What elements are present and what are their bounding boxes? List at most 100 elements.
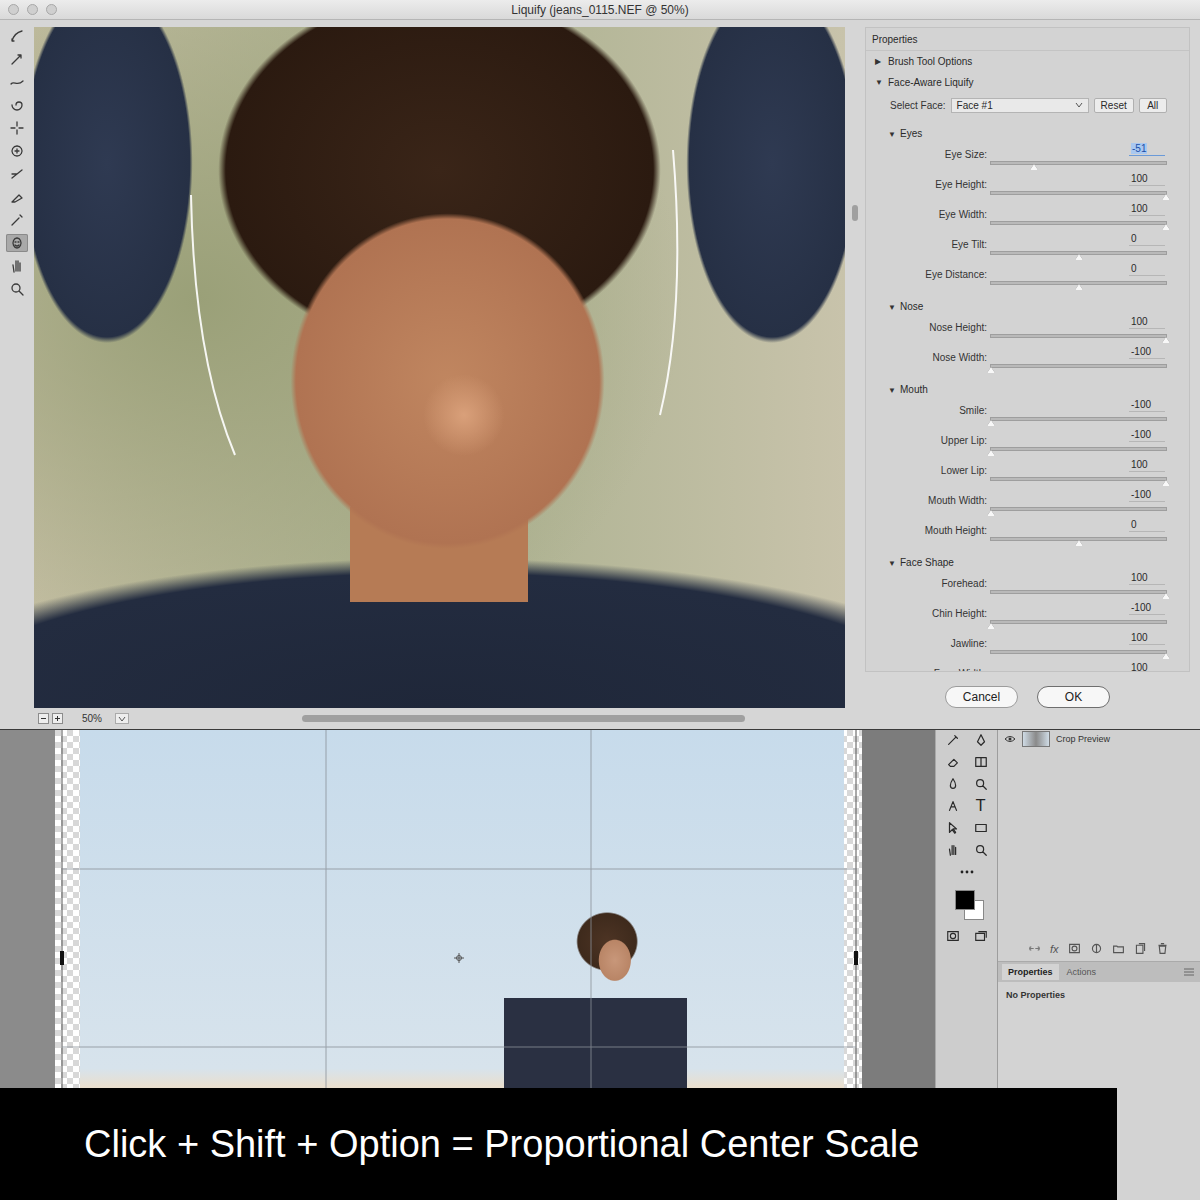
slider-thumb[interactable]	[987, 367, 995, 373]
disclosure-triangle[interactable]: ▼	[875, 78, 884, 87]
slider-thumb[interactable]	[1075, 284, 1083, 290]
slider-thumb[interactable]	[987, 623, 995, 629]
reconstruct-tool[interactable]	[6, 27, 28, 45]
slider-value-field[interactable]: 100	[1129, 631, 1165, 645]
hand-tool[interactable]	[6, 257, 28, 275]
slider-value-field[interactable]: 0	[1129, 262, 1165, 276]
slider-track[interactable]	[990, 417, 1167, 421]
panel-tab[interactable]: Properties	[1002, 964, 1059, 980]
slider-track[interactable]	[990, 620, 1167, 624]
mask-icon[interactable]	[1068, 942, 1081, 955]
zoom-dropdown[interactable]	[115, 713, 129, 724]
path-select-tool[interactable]	[945, 820, 961, 836]
new-layer-icon[interactable]	[1134, 942, 1147, 955]
slider-track[interactable]	[990, 537, 1167, 541]
color-swatches[interactable]	[951, 890, 983, 922]
slider-value-field[interactable]: 100	[1129, 571, 1165, 585]
pen-tool[interactable]	[945, 798, 961, 814]
slider-thumb[interactable]	[1162, 653, 1170, 659]
scroll-thumb[interactable]	[852, 205, 858, 221]
dialog-button[interactable]: Cancel	[945, 686, 1018, 708]
fx-button[interactable]: fx	[1050, 943, 1059, 955]
gradient-tool[interactable]	[973, 754, 989, 770]
slider-track[interactable]	[990, 364, 1167, 368]
smooth-tool[interactable]	[6, 73, 28, 91]
bloat-tool[interactable]	[6, 142, 28, 160]
pucker-tool[interactable]	[6, 119, 28, 137]
forward-warp-tool[interactable]	[6, 50, 28, 68]
slider-track[interactable]	[990, 334, 1167, 338]
vertical-scrollbar[interactable]	[845, 27, 865, 729]
slider-value-field[interactable]: 100	[1129, 661, 1165, 672]
slider-thumb[interactable]	[1162, 480, 1170, 486]
slider-thumb[interactable]	[1162, 194, 1170, 200]
slider-thumb[interactable]	[1030, 164, 1038, 170]
slider-thumb[interactable]	[987, 420, 995, 426]
disclosure-triangle[interactable]: ▼	[888, 130, 897, 139]
screen-mode-tool[interactable]	[973, 928, 989, 944]
slider-value-field[interactable]: 100	[1129, 172, 1165, 186]
pen-tool-tool[interactable]	[973, 732, 989, 748]
slider-thumb[interactable]	[1075, 540, 1083, 546]
disclosure-triangle[interactable]: ▶	[875, 57, 884, 66]
group-header[interactable]: ▼ Nose	[875, 290, 1189, 313]
slider-thumb[interactable]	[1162, 337, 1170, 343]
all-button[interactable]: All	[1139, 98, 1167, 113]
slider-value-field[interactable]: 100	[1129, 202, 1165, 216]
brush-tool[interactable]	[945, 732, 961, 748]
slider-value-field[interactable]: 0	[1129, 232, 1165, 246]
zoom-button[interactable]	[46, 4, 57, 15]
zoom2-tool[interactable]	[973, 842, 989, 858]
slider-value-field[interactable]: 0	[1129, 518, 1165, 532]
horizontal-scrollbar[interactable]	[302, 714, 745, 723]
link-icon[interactable]	[1028, 942, 1041, 955]
disclosure-triangle[interactable]: ▼	[888, 386, 897, 395]
panel-menu[interactable]	[1184, 968, 1194, 976]
eraser-tool[interactable]	[945, 754, 961, 770]
slider-track[interactable]	[990, 281, 1167, 285]
group-header[interactable]: ▼ Eyes	[875, 117, 1189, 140]
slider-track[interactable]	[990, 447, 1167, 451]
folder-icon[interactable]	[1112, 942, 1125, 955]
zoom-in-button[interactable]	[52, 713, 63, 724]
zoom-out-button[interactable]	[38, 713, 49, 724]
blur-tool[interactable]	[945, 776, 961, 792]
slider-track[interactable]	[990, 590, 1167, 594]
zoom-tool[interactable]	[6, 280, 28, 298]
slider-value-field[interactable]: -100	[1129, 488, 1165, 502]
freeze-mask-tool[interactable]	[6, 188, 28, 206]
type-tool[interactable]: T	[973, 798, 989, 814]
slider-value-field[interactable]: -100	[1129, 601, 1165, 615]
adjustment-icon[interactable]	[1090, 942, 1103, 955]
dodge-tool[interactable]	[973, 776, 989, 792]
face-tool[interactable]	[6, 234, 28, 252]
section-header[interactable]: ▼ Face-Aware Liquify	[875, 72, 1189, 93]
edit-toolbar-tool[interactable]	[959, 864, 975, 880]
close-button[interactable]	[8, 4, 19, 15]
slider-value-field[interactable]: -100	[1129, 345, 1165, 359]
portrait-photo[interactable]	[34, 27, 845, 708]
quick-mask-tool[interactable]	[945, 928, 961, 944]
face-dropdown[interactable]: Face #1	[951, 98, 1089, 113]
layer-row[interactable]: Crop Preview	[998, 730, 1200, 748]
foreground-color[interactable]	[955, 890, 975, 910]
push-left-tool[interactable]	[6, 165, 28, 183]
disclosure-triangle[interactable]: ▼	[888, 303, 897, 312]
slider-value-field[interactable]: -100	[1129, 398, 1165, 412]
hand2-tool[interactable]	[945, 842, 961, 858]
slider-track[interactable]	[990, 650, 1167, 654]
reset-button[interactable]: Reset	[1094, 98, 1134, 113]
slider-thumb[interactable]	[987, 510, 995, 516]
slider-track[interactable]	[990, 191, 1167, 195]
slider-track[interactable]	[990, 507, 1167, 511]
crop-grid-overlay[interactable]	[55, 730, 862, 1088]
slider-value-field[interactable]: 100	[1129, 315, 1165, 329]
twirl-tool[interactable]	[6, 96, 28, 114]
slider-thumb[interactable]	[1162, 224, 1170, 230]
disclosure-triangle[interactable]: ▼	[888, 559, 897, 568]
rectangle-tool[interactable]	[973, 820, 989, 836]
trash-icon[interactable]	[1156, 942, 1169, 955]
slider-track[interactable]	[990, 221, 1167, 225]
group-header[interactable]: ▼ Mouth	[875, 373, 1189, 396]
slider-value-field[interactable]: -51	[1129, 142, 1165, 156]
